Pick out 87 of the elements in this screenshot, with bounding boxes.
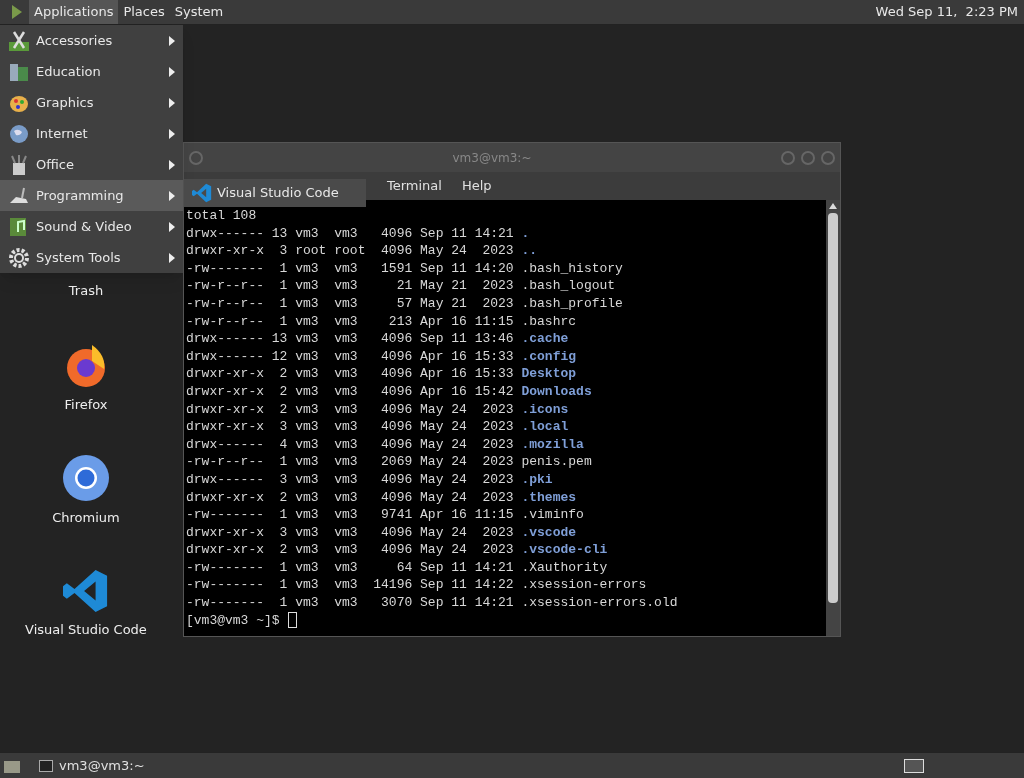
terminal-line: total 108 xyxy=(186,207,258,225)
file-name: .xsession-errors.old xyxy=(521,594,678,612)
terminal-line: -rw-r--r-- 1 vm3 vm3 21 May 21 2023 xyxy=(186,277,514,295)
terminal-line: drwxr-xr-x 2 vm3 vm3 4096 May 24 2023 xyxy=(186,400,514,419)
file-name: .vscode-cli xyxy=(521,541,608,559)
file-name: .vscode xyxy=(521,523,577,542)
terminal-icon xyxy=(39,759,53,772)
terminal-line: drwxr-xr-x 2 vm3 vm3 4096 Apr 16 15:33 xyxy=(186,365,514,383)
menu-item[interactable]: Help xyxy=(461,176,492,196)
terminal-line: drwx------ 3 vm3 vm3 4096 May 24 2023 xyxy=(186,470,514,489)
panel-menu[interactable]: System xyxy=(169,0,229,24)
menu-item[interactable]: Accessories xyxy=(0,25,183,56)
vscode-icon xyxy=(192,183,212,203)
submenu-arrow-icon xyxy=(169,159,175,170)
terminal-line: -rw------- 1 vm3 vm3 3070 Sep 11 14:21 xyxy=(186,594,514,612)
file-name: . xyxy=(521,224,530,243)
menu-item[interactable]: Visual Studio Code xyxy=(184,179,366,207)
file-name: .Xauthority xyxy=(521,558,608,577)
workspace-switcher[interactable] xyxy=(904,758,924,773)
submenu-arrow-icon xyxy=(169,190,175,201)
terminal-line: drwxr-xr-x 3 vm3 vm3 4096 May 24 2023 xyxy=(186,418,514,436)
shell-prompt: [vm3@vm3 ~]$ xyxy=(186,611,280,630)
submenu-arrow-icon xyxy=(169,221,175,232)
file-name: .bashrc xyxy=(521,312,577,331)
menu-item[interactable]: Office xyxy=(0,149,183,180)
terminal-line: -rw-r--r-- 1 vm3 vm3 57 May 21 2023 xyxy=(186,294,514,313)
scissors-icon xyxy=(8,29,30,52)
file-name: .bash_history xyxy=(521,259,623,278)
menu-item[interactable]: Graphics xyxy=(0,87,183,118)
desktop-icon-label[interactable]: Visual Studio Code xyxy=(25,619,147,639)
terminal-line: drwxr-xr-x 2 vm3 vm3 4096 Apr 16 15:42 xyxy=(186,382,514,401)
terminal-line: drwxr-xr-x 3 root root 4096 May 24 2023 xyxy=(186,242,514,260)
menu-item[interactable]: System Tools xyxy=(0,242,183,273)
terminal-line: drwxr-xr-x 2 vm3 vm3 4096 May 24 2023 xyxy=(186,488,514,507)
terminal-line: drwx------ 4 vm3 vm3 4096 May 24 2023 xyxy=(186,435,514,454)
terminal-line: drwxr-xr-x 3 vm3 vm3 4096 May 24 2023 xyxy=(186,523,514,542)
window-title: vm3@vm3:~ xyxy=(451,149,533,167)
file-name: .cache xyxy=(521,330,569,348)
menu-item[interactable]: Internet xyxy=(0,118,183,149)
chromium-icon xyxy=(62,454,110,502)
panel-menu[interactable]: Applications xyxy=(29,0,119,24)
desktop-icon-label[interactable]: Firefox xyxy=(64,394,108,414)
scrollbar[interactable] xyxy=(826,200,840,636)
file-name: penis.pem xyxy=(521,453,592,471)
taskbar-button[interactable]: vm3@vm3:~ xyxy=(33,754,193,777)
menu-item[interactable]: Programming xyxy=(0,180,183,211)
terminal-line: -rw------- 1 vm3 vm3 1591 Sep 11 14:20 xyxy=(186,259,514,278)
submenu-arrow-icon xyxy=(169,97,175,108)
gear-icon xyxy=(8,246,30,269)
terminal-line: drwx------ 13 vm3 vm3 4096 Sep 11 14:21 xyxy=(186,224,514,243)
file-name: Desktop xyxy=(521,365,577,383)
submenu-arrow-icon xyxy=(169,35,175,46)
file-name: .bash_profile xyxy=(521,294,623,313)
menu-item[interactable]: Terminal xyxy=(387,176,442,196)
terminal-line: -rw------- 1 vm3 vm3 9741 Apr 16 11:15 xyxy=(186,506,514,524)
file-name: .config xyxy=(521,347,577,366)
terminal-line: drwx------ 13 vm3 vm3 4096 Sep 11 13:46 xyxy=(186,330,514,348)
desktop-icon-label[interactable]: Chromium xyxy=(52,508,120,528)
file-name: .mozilla xyxy=(521,435,584,454)
submenu-arrow-icon xyxy=(169,128,175,139)
file-name: .icons xyxy=(521,400,569,419)
file-name: .. xyxy=(521,242,538,260)
text-cursor xyxy=(287,612,297,629)
file-name: .pki xyxy=(521,470,553,489)
submenu-arrow-icon xyxy=(169,66,175,77)
file-name: .themes xyxy=(521,488,577,507)
submenu-arrow-icon xyxy=(169,252,175,263)
clock[interactable]: Wed Sep 11, 2:23 PM xyxy=(875,2,1018,22)
globe-icon xyxy=(8,122,30,145)
panel-menu[interactable]: Places xyxy=(118,0,170,24)
pencil-cup-icon xyxy=(8,153,30,176)
file-name: .bash_logout xyxy=(521,277,616,295)
terminal-line: -rw-r--r-- 1 vm3 vm3 213 Apr 16 11:15 xyxy=(186,312,514,331)
terminal-line: drwxr-xr-x 2 vm3 vm3 4096 May 24 2023 xyxy=(186,541,514,559)
file-name: .local xyxy=(521,418,569,436)
terminal-line: -rw------- 1 vm3 vm3 14196 Sep 11 14:22 xyxy=(186,576,514,595)
file-name: Downloads xyxy=(521,382,592,401)
vscode-icon xyxy=(63,567,109,614)
menu-item[interactable]: Sound & Video xyxy=(0,211,183,242)
menu-item[interactable]: Education xyxy=(0,56,183,87)
terminal-line: -rw------- 1 vm3 vm3 64 Sep 11 14:21 xyxy=(186,558,514,577)
file-name: .viminfo xyxy=(521,506,584,524)
scroll-up-arrow-icon[interactable] xyxy=(829,203,837,209)
terminal-line: -rw-r--r-- 1 vm3 vm3 2069 May 24 2023 xyxy=(186,453,514,471)
desktop-icon-label[interactable]: Trash xyxy=(68,281,104,301)
file-name: .xsession-errors xyxy=(521,576,647,595)
terminal-line: drwx------ 12 vm3 vm3 4096 Apr 16 15:33 xyxy=(186,347,514,366)
